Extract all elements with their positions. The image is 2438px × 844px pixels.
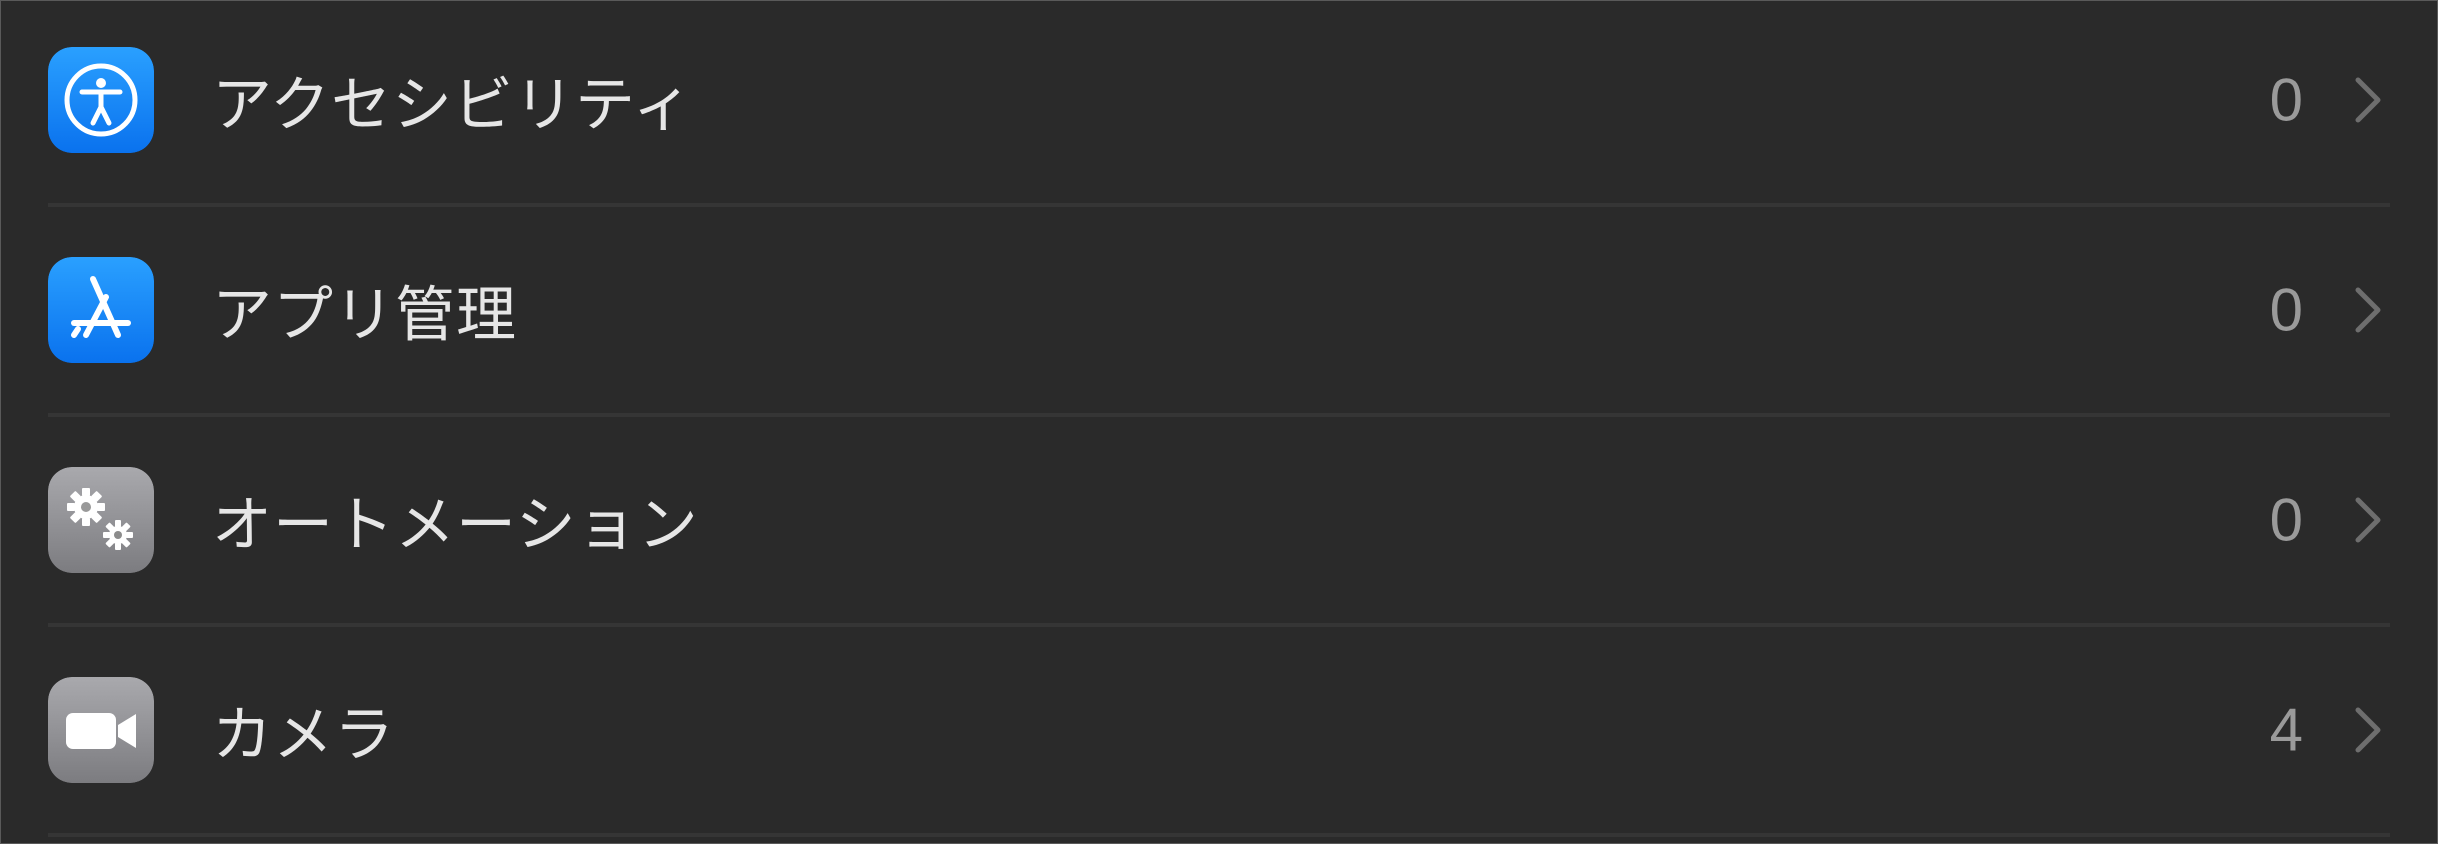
list-item-label: カメラ (212, 700, 395, 771)
divider (48, 833, 2390, 837)
list-item-count: 0 (2269, 276, 2303, 344)
list-item-count: 0 (2269, 66, 2303, 134)
chevron-right-icon (2348, 284, 2388, 336)
list-item-accessibility[interactable]: アクセシビリティ 0 (0, 0, 2438, 210)
list-item-label: アプリ管理 (212, 280, 517, 351)
divider (48, 623, 2390, 627)
accessibility-icon (48, 47, 154, 153)
list-item-count: 0 (2269, 486, 2303, 554)
video-camera-icon (48, 677, 154, 783)
list-item-app-management[interactable]: アプリ管理 0 (0, 210, 2438, 420)
list-item-label: オートメーション (212, 490, 699, 561)
divider (48, 413, 2390, 417)
list-item-camera[interactable]: カメラ 4 (0, 630, 2438, 840)
list-item-count: 4 (2269, 696, 2303, 764)
app-store-icon (48, 257, 154, 363)
chevron-right-icon (2348, 494, 2388, 546)
divider (48, 203, 2390, 207)
list-item-automation[interactable]: オートメーション 0 (0, 420, 2438, 630)
chevron-right-icon (2348, 74, 2388, 126)
chevron-right-icon (2348, 704, 2388, 756)
list-item-label: アクセシビリティ (212, 70, 694, 141)
gears-icon (48, 467, 154, 573)
